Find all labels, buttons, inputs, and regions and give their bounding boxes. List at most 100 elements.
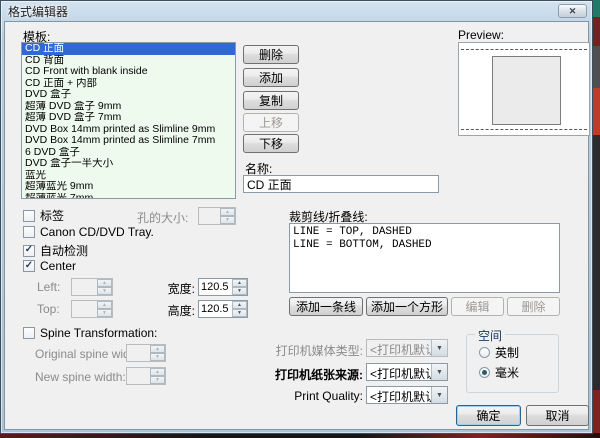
- imperial-radio-text: 英制: [495, 344, 519, 361]
- list-item[interactable]: 超薄 DVD 盒子 7mm: [22, 112, 235, 124]
- radio-checked-icon: [479, 367, 490, 378]
- paper-source-select[interactable]: <打印机默认> ▼: [366, 363, 448, 381]
- checkbox-icon: [23, 210, 35, 222]
- new-spine-input: [127, 368, 150, 384]
- width-spinner[interactable]: ▲▼: [198, 278, 248, 296]
- spin-down-icon[interactable]: ▼: [232, 287, 247, 295]
- media-type-select: <打印机默认> ▼: [366, 339, 448, 357]
- height-input[interactable]: [199, 301, 232, 317]
- spin-down-icon[interactable]: ▼: [232, 309, 247, 317]
- canon-tray-checkbox[interactable]: Canon CD/DVD Tray.: [23, 225, 154, 239]
- template-name-input[interactable]: [243, 175, 439, 193]
- template-list[interactable]: CD 正面 CD 背面 CD Front with blank inside C…: [21, 42, 236, 199]
- list-item[interactable]: CD 背面: [22, 55, 235, 67]
- list-item[interactable]: 蓝光: [22, 170, 235, 182]
- hole-size-input: [199, 208, 220, 224]
- move-up-button: 上移: [243, 113, 299, 132]
- add-line-button[interactable]: 添加一条线: [289, 297, 363, 316]
- list-item-selected[interactable]: CD 正面: [22, 43, 235, 55]
- spin-up-icon: ▲: [97, 301, 112, 309]
- height-label: 高度:: [155, 302, 195, 319]
- checkbox-icon: [23, 226, 35, 238]
- print-quality-value: <打印机默认>: [367, 387, 431, 403]
- checkbox-checked-icon: [23, 245, 35, 257]
- spin-up-icon[interactable]: ▲: [232, 279, 247, 287]
- list-item[interactable]: CD Front with blank inside: [22, 66, 235, 78]
- preview-dashed-line-top: [461, 49, 587, 50]
- height-spinner[interactable]: ▲▼: [198, 300, 248, 318]
- list-item[interactable]: DVD 盒子: [22, 89, 235, 101]
- width-label: 宽度:: [155, 280, 195, 297]
- paper-source-value: <打印机默认>: [367, 364, 431, 380]
- spine-transformation-checkbox[interactable]: Spine Transformation:: [23, 326, 157, 340]
- preview-template-outline: [492, 56, 561, 125]
- center-checkbox-text: Center: [40, 259, 76, 273]
- list-item[interactable]: DVD Box 14mm printed as Slimline 9mm: [22, 124, 235, 136]
- width-input[interactable]: [199, 279, 232, 295]
- list-item[interactable]: DVD Box 14mm printed as Slimline 7mm: [22, 135, 235, 147]
- print-quality-label: Print Quality:: [245, 389, 363, 403]
- dialog-client-area: 模板: CD 正面 CD 背面 CD Front with blank insi…: [4, 21, 589, 430]
- spin-down-icon: ▼: [97, 309, 112, 317]
- new-spine-spinner: ▲▼: [126, 367, 166, 385]
- label-checkbox[interactable]: 标签: [23, 207, 64, 224]
- print-quality-select[interactable]: <打印机默认> ▼: [366, 386, 448, 404]
- left-label: Left:: [37, 280, 60, 294]
- close-button[interactable]: ✕: [558, 4, 587, 18]
- hole-size-label: 孔的大小:: [137, 209, 188, 226]
- autodetect-checkbox-text: 自动检测: [40, 242, 88, 259]
- hole-size-spinner: ▲▼: [198, 207, 236, 225]
- list-item[interactable]: DVD 盒子一半大小: [22, 158, 235, 170]
- dropdown-arrow-icon: ▼: [436, 345, 443, 352]
- spin-up-icon: ▲: [220, 208, 235, 216]
- ok-button[interactable]: 确定: [456, 405, 521, 426]
- spin-down-icon: ▼: [150, 353, 165, 361]
- add-template-button[interactable]: 添加: [243, 68, 299, 87]
- spin-up-icon: ▲: [150, 368, 165, 376]
- preview-area: [458, 42, 590, 136]
- move-down-button[interactable]: 下移: [243, 134, 299, 153]
- list-item[interactable]: 超薄 DVD 盒子 9mm: [22, 101, 235, 113]
- metric-radio-text: 毫米: [495, 364, 519, 381]
- radio-icon: [479, 347, 490, 358]
- spin-down-icon: ▼: [220, 216, 235, 224]
- delete-template-button[interactable]: 删除: [243, 45, 299, 64]
- original-spine-input: [127, 345, 150, 361]
- delete-line-button: 删除: [507, 297, 560, 316]
- preview-dashed-line-bottom: [461, 129, 587, 130]
- media-type-label: 打印机媒体类型:: [245, 342, 363, 359]
- list-item[interactable]: 超薄蓝光 7mm: [22, 193, 235, 200]
- dropdown-arrow-icon: ▼: [436, 392, 443, 399]
- spin-down-icon: ▼: [150, 376, 165, 384]
- edit-line-button: 编辑: [451, 297, 504, 316]
- left-spinner: ▲▼: [71, 278, 113, 296]
- close-icon: ✕: [569, 7, 577, 16]
- list-item[interactable]: 超薄蓝光 9mm: [22, 181, 235, 193]
- top-label: Top:: [37, 302, 60, 316]
- imperial-radio[interactable]: 英制: [479, 344, 519, 361]
- add-rectangle-button[interactable]: 添加一个方形: [366, 297, 448, 316]
- checkbox-checked-icon: [23, 260, 35, 272]
- left-input: [72, 279, 97, 295]
- dropdown-arrow-icon: ▼: [436, 369, 443, 376]
- list-item[interactable]: 6 DVD 盒子: [22, 147, 235, 159]
- list-item[interactable]: CD 正面 + 内部: [22, 78, 235, 90]
- original-spine-spinner: ▲▼: [126, 344, 166, 362]
- spin-up-icon[interactable]: ▲: [232, 301, 247, 309]
- spin-up-icon: ▲: [97, 279, 112, 287]
- window-title: 格式编辑器: [8, 3, 68, 20]
- autodetect-checkbox[interactable]: 自动检测: [23, 242, 88, 259]
- title-bar[interactable]: 格式编辑器 ✕: [1, 1, 592, 21]
- top-input: [72, 301, 97, 317]
- label-checkbox-text: 标签: [40, 207, 64, 224]
- new-spine-label: New spine width:: [35, 370, 126, 384]
- copy-template-button[interactable]: 复制: [243, 91, 299, 110]
- center-checkbox[interactable]: Center: [23, 259, 76, 273]
- metric-radio[interactable]: 毫米: [479, 364, 519, 381]
- preview-label: Preview:: [458, 28, 504, 42]
- media-type-value: <打印机默认>: [367, 340, 431, 356]
- cancel-button[interactable]: 取消: [526, 405, 589, 426]
- units-group-label: 空间: [475, 327, 505, 344]
- croplines-textarea[interactable]: LINE = TOP, DASHED LINE = BOTTOM, DASHED: [289, 223, 560, 293]
- spine-transformation-checkbox-text: Spine Transformation:: [40, 326, 157, 340]
